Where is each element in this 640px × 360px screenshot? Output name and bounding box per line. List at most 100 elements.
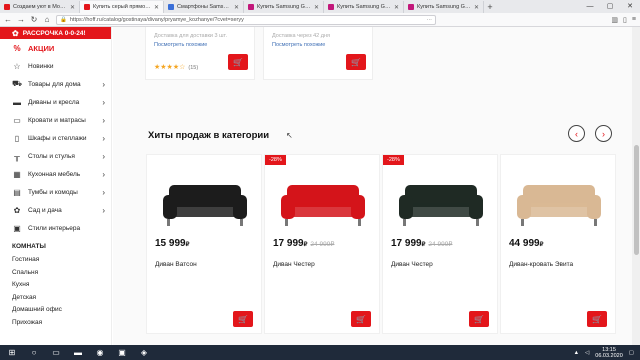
close-tab-icon[interactable]: ✕ bbox=[314, 4, 319, 11]
maximize-icon[interactable]: ▢ bbox=[600, 0, 620, 13]
network-icon[interactable]: ▲ bbox=[574, 350, 579, 356]
product-card[interactable]: -28% 17 999₽ 24 999₽ Диван Честер 🛒 bbox=[382, 154, 498, 334]
sidebar-item[interactable]: ✿ Сад и дача › bbox=[0, 201, 111, 219]
minimize-icon[interactable]: — bbox=[580, 0, 600, 13]
sidebar-item[interactable]: ▦ Кухонная мебель › bbox=[0, 165, 111, 183]
new-tab-button[interactable]: + bbox=[484, 1, 496, 13]
volume-icon[interactable]: ◁ bbox=[585, 350, 589, 356]
close-tab-icon[interactable]: ✕ bbox=[154, 4, 159, 11]
product-name[interactable]: Диван-кровать Эвита bbox=[509, 261, 573, 268]
sidebar-item-label: Кровати и матрасы bbox=[28, 116, 86, 124]
close-tab-icon[interactable]: ✕ bbox=[394, 4, 399, 11]
product-card-partial: Доставка через 42 дня Посмотреть похожие… bbox=[263, 27, 373, 80]
styles-icon: ▣ bbox=[13, 223, 21, 233]
address-bar[interactable]: 🔒 https://hoff.ru/catalog/gostinaya/diva… bbox=[56, 14, 436, 25]
favicon-icon bbox=[328, 4, 334, 10]
room-link[interactable]: Домашний офис bbox=[0, 304, 111, 317]
room-link[interactable]: Кухня bbox=[0, 279, 111, 292]
browser-tab[interactable]: Смартфоны Samsung Galax✕ bbox=[164, 1, 244, 13]
search-icon[interactable]: ○ bbox=[28, 348, 40, 357]
similar-link[interactable]: Посмотреть похожие bbox=[272, 42, 364, 48]
close-tab-icon[interactable]: ✕ bbox=[234, 4, 239, 11]
browser-tab[interactable]: Купить Samsung Galaxy A40✕ bbox=[404, 1, 484, 13]
page-actions-icon[interactable]: ··· bbox=[427, 17, 433, 23]
add-to-cart-button[interactable]: 🛒 bbox=[469, 311, 489, 327]
sofa-arm-left bbox=[281, 195, 295, 219]
add-to-cart-button[interactable]: 🛒 bbox=[228, 54, 248, 70]
product-image[interactable] bbox=[395, 181, 487, 229]
clock[interactable]: 13:15 06.03.2020 bbox=[595, 347, 623, 359]
browser-tab[interactable]: Купить серый прямой кож✕ bbox=[80, 1, 164, 13]
sidebar-item[interactable]: ☆ Новинки bbox=[0, 57, 111, 75]
carousel-prev-button[interactable]: ‹ bbox=[568, 125, 585, 142]
product-name[interactable]: Диван Ватсон bbox=[155, 261, 197, 268]
garden-icon: ✿ bbox=[13, 205, 21, 215]
sidebar-item[interactable]: ▣ Стили интерьера bbox=[0, 219, 111, 237]
close-tab-icon[interactable]: ✕ bbox=[70, 4, 75, 11]
room-link[interactable]: Детская bbox=[0, 292, 111, 305]
product-name[interactable]: Диван Честер bbox=[391, 261, 433, 268]
dresser-icon: ▤ bbox=[13, 187, 21, 197]
start-icon[interactable]: ⊞ bbox=[6, 348, 18, 357]
sidebar-item-label: Новинки bbox=[28, 62, 54, 70]
add-to-cart-button[interactable]: 🛒 bbox=[233, 311, 253, 327]
old-price: 24 999₽ bbox=[310, 241, 335, 248]
sidebar-item[interactable]: ▯ Шкафы и стеллажи › bbox=[0, 129, 111, 147]
menu-icon[interactable]: ≡ bbox=[632, 16, 636, 24]
browser-tab[interactable]: Купить Samsung Galaxy A40✕ bbox=[244, 1, 324, 13]
product-card[interactable]: -28% 17 999₽ 24 999₽ Диван Честер 🛒 bbox=[264, 154, 380, 334]
sidebar-item[interactable]: ▤ Тумбы и комоды › bbox=[0, 183, 111, 201]
back-icon[interactable]: ← bbox=[4, 15, 12, 24]
add-to-cart-button[interactable]: 🛒 bbox=[351, 311, 371, 327]
room-link[interactable]: Прихожая bbox=[0, 317, 111, 330]
favicon-icon bbox=[248, 4, 254, 10]
browser-tab[interactable]: Купить Samsung Galaxy A40 i✕ bbox=[324, 1, 404, 13]
sofa-seat bbox=[291, 203, 355, 217]
chevron-right-icon: › bbox=[102, 205, 105, 215]
carousel-next-button[interactable]: › bbox=[595, 125, 612, 142]
add-to-cart-button[interactable]: 🛒 bbox=[346, 54, 366, 70]
reload-icon[interactable]: ↻ bbox=[30, 15, 38, 24]
library-icon[interactable]: ▥ bbox=[611, 16, 618, 24]
sidebar-item-label: Товары для дома bbox=[28, 80, 81, 88]
sidebar-item-label: Стили интерьера bbox=[28, 224, 81, 232]
firefox-icon[interactable]: ◉ bbox=[94, 348, 106, 357]
product-image[interactable] bbox=[277, 181, 369, 229]
add-to-cart-button[interactable]: 🛒 bbox=[587, 311, 607, 327]
file-explorer-icon[interactable]: ▬ bbox=[72, 348, 84, 357]
favicon-icon bbox=[408, 4, 414, 10]
product-card[interactable]: 44 999₽ Диван-кровать Эвита 🛒 bbox=[500, 154, 616, 334]
tab-strip: Создаем уют в Москве. Св✕Купить серый пр… bbox=[0, 0, 640, 13]
notifications-icon[interactable]: ▢ bbox=[629, 350, 634, 356]
product-name[interactable]: Диван Честер bbox=[273, 261, 315, 268]
app-icon[interactable]: ◈ bbox=[138, 348, 150, 357]
browser-tab[interactable]: Создаем уют в Москве. Св✕ bbox=[0, 1, 80, 13]
room-link[interactable]: Гостиная bbox=[0, 254, 111, 267]
task-view-icon[interactable]: ▭ bbox=[50, 348, 62, 357]
product-image[interactable] bbox=[513, 181, 605, 229]
sidebar-item[interactable]: ▬ Диваны и кресла › bbox=[0, 93, 111, 111]
room-link[interactable]: Спальня bbox=[0, 267, 111, 280]
sidebar-item[interactable]: ▭ Кровати и матрасы › bbox=[0, 111, 111, 129]
close-window-icon[interactable]: ✕ bbox=[620, 0, 640, 13]
rooms-heading: КОМНАТЫ bbox=[12, 243, 46, 250]
sidebar-item-label: Столы и стулья bbox=[28, 152, 75, 160]
similar-link[interactable]: Посмотреть похожие bbox=[154, 42, 246, 48]
folder-icon[interactable]: ▣ bbox=[116, 348, 128, 357]
product-card[interactable]: 15 999₽ Диван Ватсон 🛒 bbox=[146, 154, 262, 334]
scrollbar-thumb[interactable] bbox=[634, 145, 639, 255]
old-price: 24 999₽ bbox=[428, 241, 453, 248]
sidebar-item[interactable]: % АКЦИИ bbox=[0, 39, 111, 57]
home-icon[interactable]: ⌂ bbox=[43, 15, 51, 24]
currency-symbol: ₽ bbox=[421, 242, 426, 248]
sidebar-item[interactable]: ⛟ Товары для дома › bbox=[0, 75, 111, 93]
sidebar-icon[interactable]: ▯ bbox=[623, 16, 627, 24]
forward-icon[interactable]: → bbox=[17, 15, 25, 24]
taskbar: ⊞ ○ ▭ ▬ ◉ ▣ ◈ ▲ ◁ 13:15 06.03.2020 ▢ bbox=[0, 345, 640, 360]
sidebar-item[interactable]: ╥ Столы и стулья › bbox=[0, 147, 111, 165]
close-tab-icon[interactable]: ✕ bbox=[474, 4, 479, 11]
product-image[interactable] bbox=[159, 181, 251, 229]
sofa-seat bbox=[173, 203, 237, 217]
sofa-arm-right bbox=[469, 195, 483, 219]
installment-promo[interactable]: ✿ РАССРОЧКА 0-0-24! bbox=[0, 27, 111, 39]
